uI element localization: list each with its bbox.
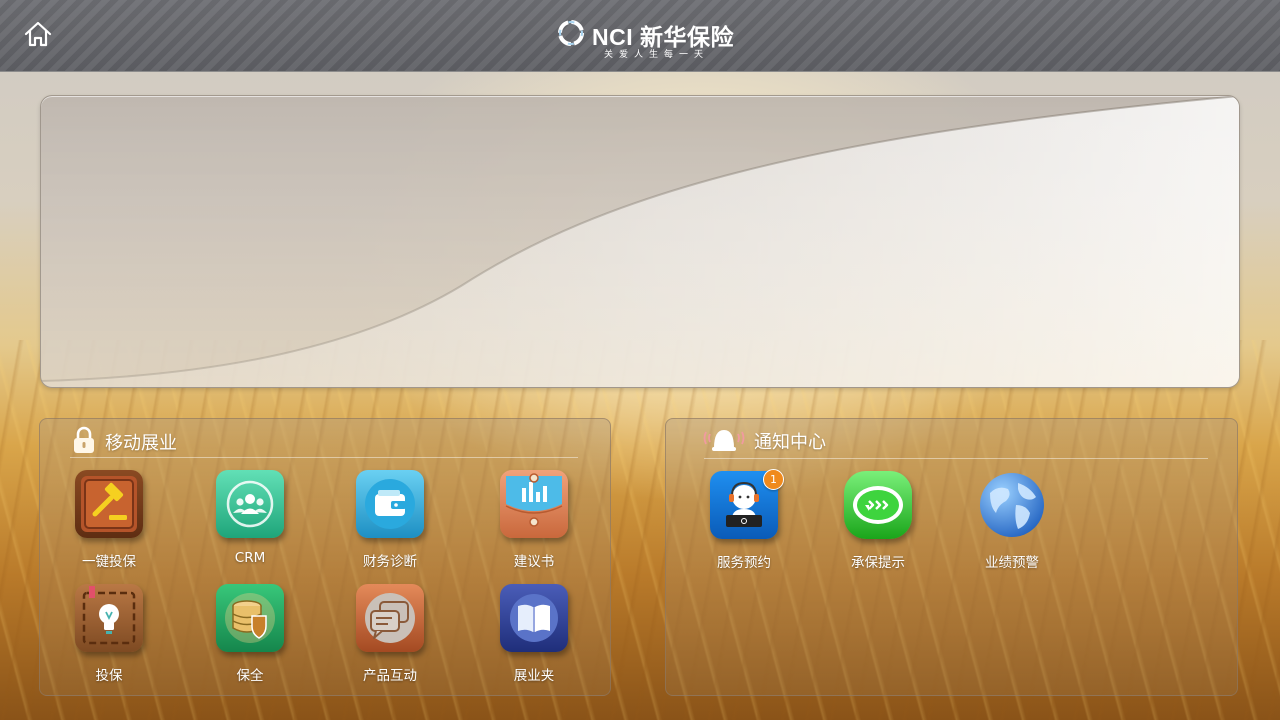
crm-people-icon: [226, 480, 274, 528]
notification-center-panel: 通知中心 1 服务预约 承保提示 业绩预警: [665, 418, 1238, 696]
home-icon: [24, 21, 52, 47]
lock-icon: [74, 426, 94, 453]
app-insure[interactable]: 投保: [59, 584, 159, 694]
database-shield-icon: [225, 593, 275, 643]
book-icon: [510, 594, 558, 642]
globe-icon: [980, 473, 1044, 537]
notification-center-title: 通知中心: [754, 432, 826, 453]
nci-logo-mark-icon: [558, 20, 584, 46]
chat-bubbles-icon: [365, 593, 415, 643]
mobile-sales-title: 移动展业: [105, 433, 177, 454]
banner-panel: [40, 95, 1240, 388]
brand-slogan: 关爱人生每一天: [604, 50, 710, 60]
divider: [704, 458, 1208, 459]
banner-wave-graphic: [41, 96, 1239, 387]
app-label: 服务预约: [717, 555, 771, 571]
app-sales-folder[interactable]: 展业夹: [484, 584, 584, 694]
app-performance-warning[interactable]: 业绩预警: [962, 471, 1062, 581]
app-label: 产品互动: [363, 668, 417, 684]
app-policy-service[interactable]: 保全: [200, 584, 300, 694]
app-label: 展业夹: [513, 668, 555, 684]
app-label: 业绩预警: [985, 555, 1039, 571]
app-crm[interactable]: CRM: [200, 470, 300, 580]
divider: [70, 457, 578, 458]
app-one-click-insure[interactable]: 一键投保: [59, 470, 159, 580]
wallet-icon: [365, 479, 415, 529]
gavel-icon: [81, 476, 137, 532]
app-label: CRM: [234, 550, 266, 566]
app-label: 投保: [95, 668, 123, 684]
lightbulb-icon: [82, 586, 136, 645]
home-button[interactable]: [22, 18, 54, 50]
app-label: 财务诊断: [363, 554, 417, 570]
notification-badge: 1: [763, 469, 784, 490]
app-product-interaction[interactable]: 产品互动: [340, 584, 440, 694]
app-label: 一键投保: [82, 554, 136, 570]
app-financial-diagnosis[interactable]: 财务诊断: [340, 470, 440, 580]
top-bar: NCI 新华保险 关爱人生每一天: [0, 0, 1280, 72]
app-proposal[interactable]: 建议书: [484, 470, 584, 580]
mobile-sales-panel: 移动展业 一键投保 CRM 财务诊断 建议书 投保 保全 产品互动 展业夹: [39, 418, 611, 696]
proposal-chart-icon: [505, 473, 563, 527]
app-label: 承保提示: [851, 555, 905, 571]
message-icon: [853, 486, 903, 524]
app-label: 保全: [236, 668, 264, 684]
nci-logo: NCI 新华保险 关爱人生每一天: [556, 18, 736, 60]
app-underwriting-notice[interactable]: 承保提示: [828, 471, 928, 581]
app-label: 建议书: [513, 554, 555, 570]
notification-bell-icon: [703, 430, 745, 451]
app-service-appointment[interactable]: 1 服务预约: [694, 469, 794, 581]
